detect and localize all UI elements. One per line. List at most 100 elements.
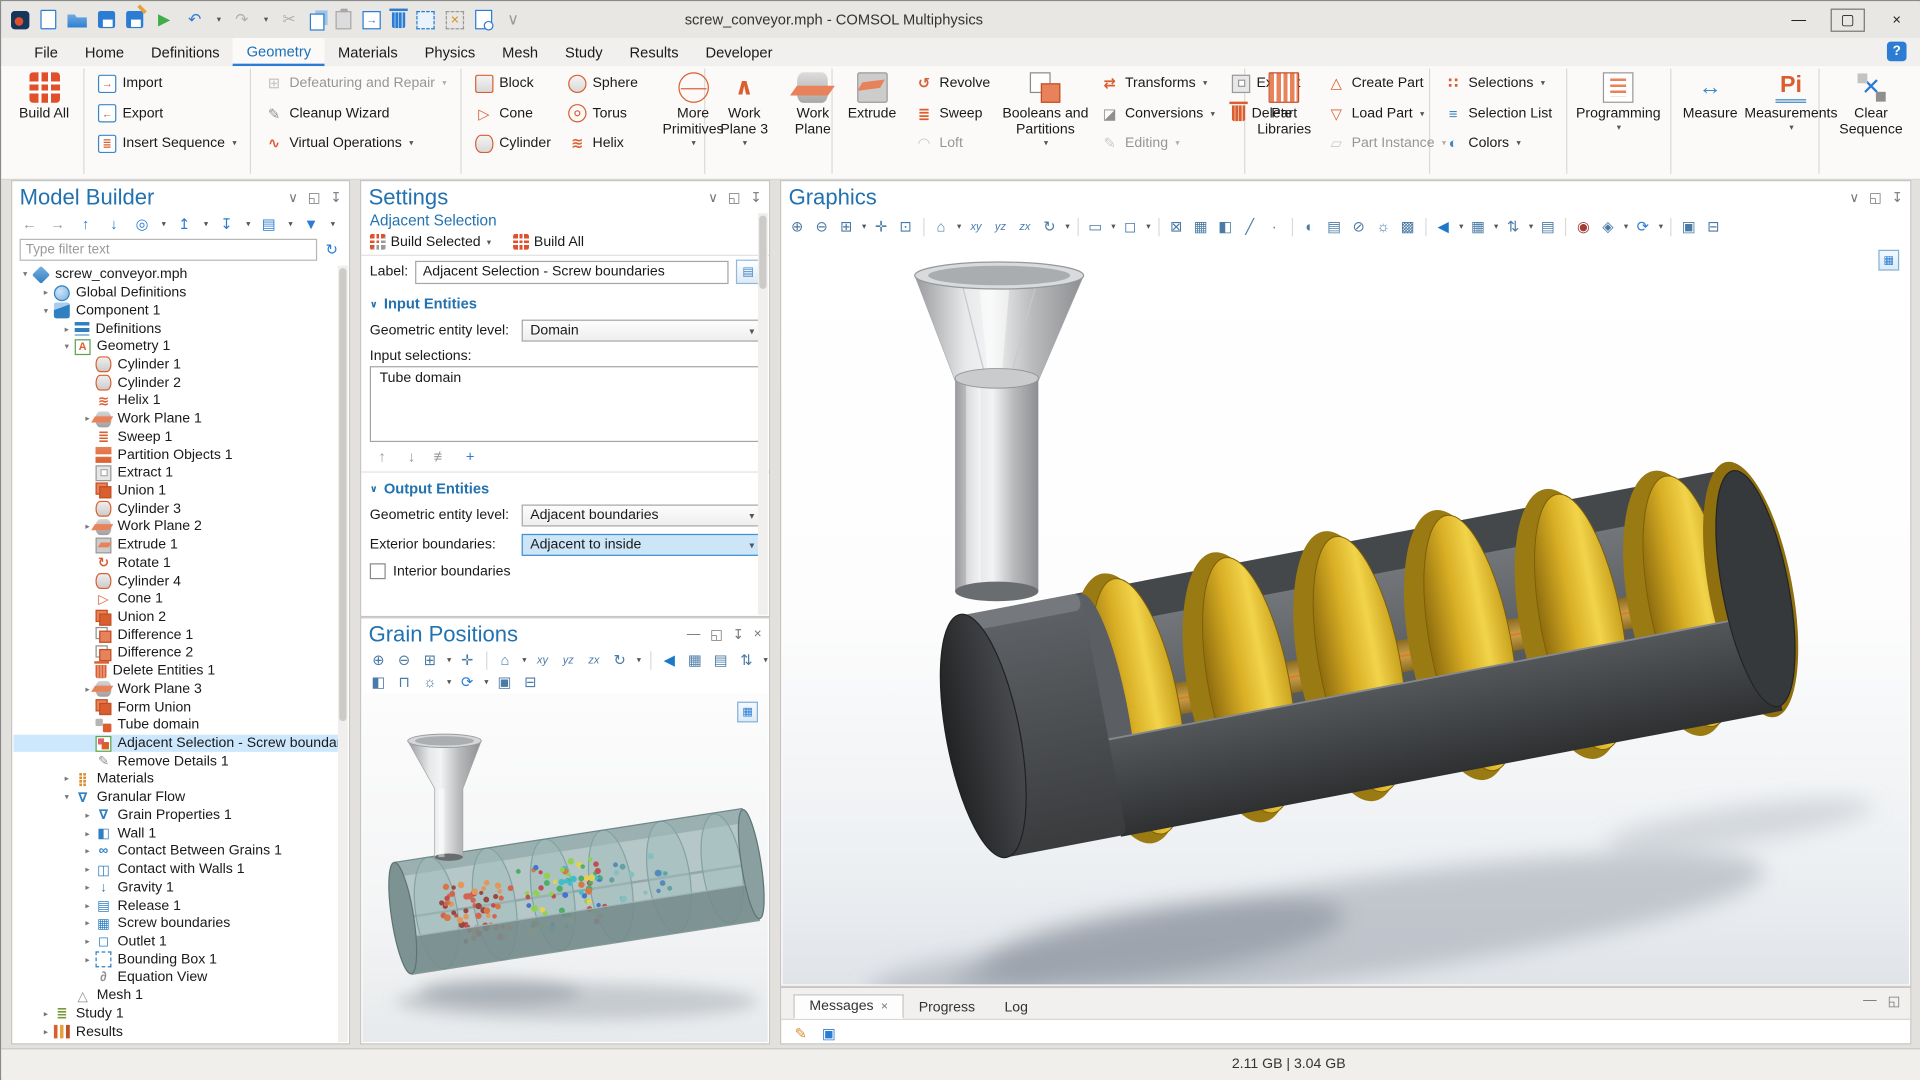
environment-icon[interactable]: ▩ (1398, 217, 1418, 237)
annotations-icon[interactable]: ▤ (1538, 217, 1558, 237)
input-entities-section[interactable]: ∨ Input Entities (361, 288, 769, 316)
tree-item-union-1[interactable]: Union 1 (13, 482, 337, 500)
close-tab-icon[interactable]: × (881, 1000, 888, 1013)
tree-item-extract-1[interactable]: Extract 1 (13, 464, 337, 482)
tree-item-delete-entities-1[interactable]: Delete Entities 1 (13, 662, 337, 680)
view-rotate-icon[interactable]: ↻ (610, 650, 630, 670)
tree-expander-icon[interactable]: ▸ (81, 811, 94, 821)
output-entities-section[interactable]: ∨ Output Entities (361, 473, 769, 501)
menu-tab-mesh[interactable]: Mesh (489, 38, 552, 66)
transparency-icon[interactable]: ◐ (1300, 217, 1320, 237)
zoom-box-icon[interactable]: ⊞ (836, 217, 856, 237)
select-box-icon[interactable] (416, 10, 434, 28)
duplicate-icon[interactable]: → (362, 10, 380, 28)
selections-button[interactable]: ∷Selections▾ (1435, 69, 1560, 99)
tree-item-materials[interactable]: ▸⣿Materials (13, 770, 337, 788)
tree-filter-input[interactable] (20, 239, 318, 261)
comsol-logo-icon[interactable] (11, 10, 29, 28)
tree-item-cylinder-2[interactable]: Cylinder 2 (13, 374, 337, 392)
view-rotate-icon[interactable]: ↻ (1040, 217, 1060, 237)
revolve-button[interactable]: ↺Revolve (906, 69, 999, 99)
tree-item-partition-objects-1[interactable]: Partition Objects 1 (13, 446, 337, 464)
geo-entity-level-select[interactable]: Domain ▾ (522, 320, 761, 342)
undo-icon[interactable]: ↶ (185, 10, 205, 30)
interior-boundaries-checkbox[interactable] (370, 563, 386, 579)
select-objects-icon[interactable]: ⊠ (1166, 217, 1186, 237)
view-yz-icon[interactable]: yz (991, 217, 1011, 237)
selection-mode-icon[interactable]: ◻ (1120, 217, 1140, 237)
wireframe-icon[interactable]: ▤ (1324, 217, 1344, 237)
tree-item-extrude-1[interactable]: Extrude 1 (13, 536, 337, 554)
tree-expander-icon[interactable]: ▸ (81, 865, 94, 875)
input-selections-list[interactable]: Tube domain (370, 366, 761, 442)
build-all-button[interactable]: Build All (10, 69, 79, 160)
tree-item-granular-flow[interactable]: ▾∇Granular Flow (13, 788, 337, 806)
programming-button[interactable]: Programming▾ (1572, 69, 1665, 160)
collapse-all-icon[interactable]: ↧ (217, 214, 237, 234)
go-to-default-view-icon[interactable]: ⌂ (495, 650, 515, 670)
tree-expander-icon[interactable]: ▾ (18, 270, 31, 280)
tree-item-screw-conveyor-mph[interactable]: ▾screw_conveyor.mph (13, 266, 337, 284)
menu-tab-definitions[interactable]: Definitions (138, 38, 234, 66)
zoom-selected-icon[interactable]: ⊡ (896, 217, 916, 237)
plot-settings-icon[interactable]: ◉ (1574, 217, 1594, 237)
expand-all-icon[interactable]: ↥ (175, 214, 195, 234)
tree-item-component-1[interactable]: ▾Component 1 (13, 302, 337, 320)
conversions-button[interactable]: ◪Conversions▾ (1092, 99, 1224, 129)
tree-expander-icon[interactable]: ▸ (39, 1027, 52, 1037)
image-settings-icon[interactable]: ◧ (369, 672, 389, 692)
play-animation-icon[interactable]: ◀ (659, 650, 679, 670)
tree-item-work-plane-1[interactable]: ▸Work Plane 1 (13, 410, 337, 428)
copy-icon[interactable] (310, 13, 325, 30)
select-domains-icon[interactable]: ▦ (1191, 217, 1211, 237)
tree-item-release-1[interactable]: ▸▤Release 1 (13, 897, 337, 915)
cylinder-button[interactable]: Cylinder (466, 129, 559, 159)
table-icon[interactable]: ▤ (711, 650, 731, 670)
tree-item-adjacent-selection-screw-boundaries[interactable]: Adjacent Selection - Screw boundaries (13, 734, 337, 752)
log-pointer-icon[interactable]: ✎ (791, 1024, 811, 1044)
tree-item-difference-2[interactable]: Difference 2 (13, 644, 337, 662)
minimize-panel-icon[interactable]: — (687, 627, 700, 643)
model-tree-node-text-icon[interactable]: ▤ (259, 214, 279, 234)
booleans-and-partitions-button[interactable]: Booleans and Partitions▾ (999, 69, 1092, 160)
menu-tab-physics[interactable]: Physics (411, 38, 489, 66)
minimize-panel-icon[interactable]: — (1863, 993, 1876, 1009)
go-to-default-view-icon[interactable]: ⌂ (931, 217, 951, 237)
sphere-button[interactable]: Sphere (559, 69, 646, 99)
tree-item-sweep-1[interactable]: ≣Sweep 1 (13, 428, 337, 446)
save-as-icon[interactable] (126, 11, 143, 28)
copy-table-icon[interactable]: ▣ (819, 1024, 839, 1044)
tree-scrollbar[interactable] (338, 266, 348, 1042)
measure-button[interactable]: ↔Measure (1676, 69, 1745, 160)
cut-icon[interactable]: ✂ (279, 10, 299, 30)
pin-panel-icon[interactable]: ↧ (750, 190, 761, 206)
view-zx-icon[interactable]: zx (1015, 217, 1035, 237)
tree-expander-icon[interactable]: ▸ (39, 1009, 52, 1019)
move-down-icon[interactable]: ↓ (104, 214, 124, 234)
remove-from-list-icon[interactable]: ≢ (431, 447, 451, 467)
tree-expander-icon[interactable]: ▸ (81, 883, 94, 893)
collapse-panel-icon[interactable]: ∨ (708, 190, 718, 206)
pin-panel-icon[interactable]: ↧ (733, 627, 744, 643)
print-icon[interactable]: ⊟ (520, 672, 540, 692)
tree-item-screw-boundaries[interactable]: ▸▦Screw boundaries (13, 915, 337, 933)
import-button[interactable]: →Import (89, 69, 245, 99)
scene-appearance-icon[interactable]: ▭ (1086, 217, 1106, 237)
torus-button[interactable]: Torus (559, 99, 646, 129)
open-file-icon[interactable] (67, 12, 87, 28)
select-points-icon[interactable]: ∙ (1264, 217, 1284, 237)
update-plot-icon[interactable]: ⟳ (457, 672, 477, 692)
paste-icon[interactable] (336, 10, 352, 28)
view-yz-icon[interactable]: yz (558, 650, 578, 670)
select-boundaries-icon[interactable]: ◧ (1215, 217, 1235, 237)
tree-item-equation-view[interactable]: ∂Equation View (13, 969, 337, 987)
tree-item-results[interactable]: ▸Results (13, 1023, 337, 1041)
tree-item-cylinder-3[interactable]: Cylinder 3 (13, 500, 337, 518)
cleanup-wizard-button[interactable]: ✎Cleanup Wizard (256, 99, 455, 129)
block-button[interactable]: Block (466, 69, 559, 99)
tree-item-cylinder-1[interactable]: Cylinder 1 (13, 356, 337, 374)
new-file-icon[interactable] (40, 10, 56, 30)
view-xy-icon[interactable]: xy (533, 650, 553, 670)
tree-expander-icon[interactable]: ▾ (39, 306, 52, 316)
tree-expander-icon[interactable]: ▸ (81, 829, 94, 839)
